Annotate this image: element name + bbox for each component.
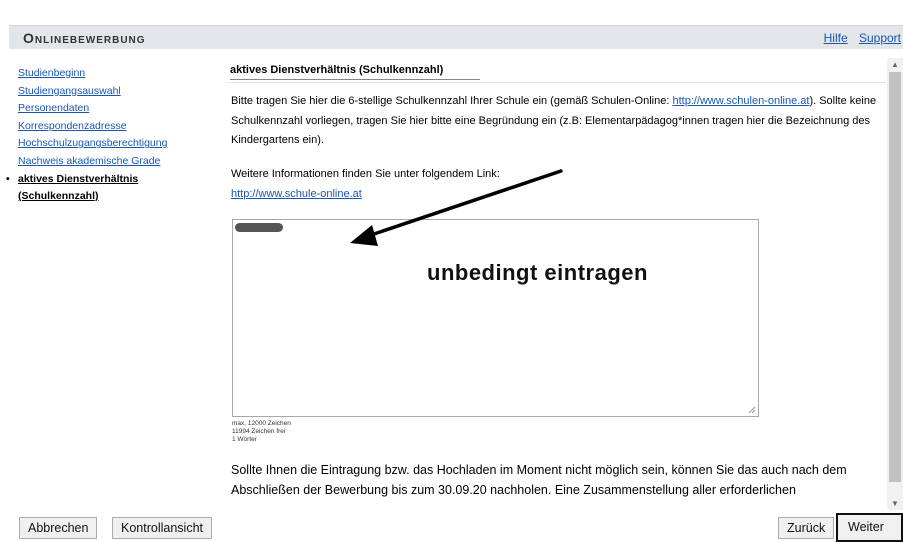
app-header: Onlinebewerbung Hilfe Support bbox=[9, 25, 903, 49]
header-links: Hilfe Support bbox=[816, 31, 901, 45]
counter-words: 1 Wörter bbox=[232, 436, 257, 443]
bullet-icon: • bbox=[6, 172, 10, 185]
deadline-note: Sollte Ihnen die Eintragung bzw. das Hoc… bbox=[231, 463, 847, 497]
sidebar-item-personendaten[interactable]: Personendaten bbox=[18, 100, 213, 118]
sidebar-nav: Studienbeginn Studiengangsauswahl Person… bbox=[6, 65, 213, 206]
counter-max: max. 12000 Zeichen bbox=[232, 420, 291, 427]
sidebar-item-active-label: aktives Dienstverhältnis (Schulkennzahl) bbox=[18, 172, 139, 203]
support-link[interactable]: Support bbox=[859, 31, 901, 45]
annotation-text: unbedingt eintragen bbox=[427, 260, 648, 285]
cancel-button[interactable]: Abbrechen bbox=[19, 517, 98, 539]
redacted-entry bbox=[235, 223, 283, 232]
scroll-down-icon[interactable]: ▼ bbox=[891, 499, 899, 508]
intro-text-pre: Bitte tragen Sie hier die 6-stellige Sch… bbox=[231, 95, 673, 107]
scroll-thumb[interactable] bbox=[889, 72, 901, 482]
counter-free: 11994 Zeichen frei bbox=[232, 428, 286, 435]
section-title: aktives Dienstverhältnis (Schulkennzahl) bbox=[230, 64, 480, 80]
review-button[interactable]: Kontrollansicht bbox=[112, 517, 212, 539]
sidebar-item-active[interactable]: • aktives Dienstverhältnis (Schulkennzah… bbox=[6, 171, 213, 206]
main-scrollbar[interactable]: ▲ ▼ bbox=[887, 58, 903, 510]
back-button[interactable]: Zurück bbox=[778, 517, 835, 539]
footer-bar: Abbrechen Kontrollansicht Zurück Weiter bbox=[0, 512, 903, 542]
app-title: Onlinebewerbung bbox=[23, 30, 146, 46]
sidebar-item-korrespondenzadresse[interactable]: Korrespondenzadresse bbox=[18, 118, 213, 136]
content-divider bbox=[226, 82, 886, 83]
sidebar-item-nachweis-akademische-grade[interactable]: Nachweis akademische Grade bbox=[18, 153, 213, 171]
info-text-block: Weitere Informationen finden Sie unter f… bbox=[231, 165, 881, 204]
info-text: Weitere Informationen finden Sie unter f… bbox=[231, 168, 500, 180]
schulkennzahl-textarea[interactable] bbox=[232, 219, 759, 417]
resize-grip-icon[interactable] bbox=[748, 406, 756, 414]
sidebar-item-studiengangsauswahl[interactable]: Studiengangsauswahl bbox=[18, 83, 213, 101]
intro-text: Bitte tragen Sie hier die 6-stellige Sch… bbox=[231, 92, 881, 151]
schule-online-link[interactable]: http://www.schule-online.at bbox=[231, 188, 362, 200]
sidebar-item-hochschulzugangsberechtigung[interactable]: Hochschulzugangsberechtigung bbox=[18, 135, 213, 153]
schulen-online-link[interactable]: http://www.schulen-online.at bbox=[672, 95, 809, 107]
sidebar-item-studienbeginn[interactable]: Studienbeginn bbox=[18, 65, 213, 83]
scroll-up-icon[interactable]: ▲ bbox=[891, 60, 899, 69]
help-link[interactable]: Hilfe bbox=[824, 31, 848, 45]
next-button[interactable]: Weiter bbox=[836, 513, 903, 542]
character-counter: max. 12000 Zeichen 11994 Zeichen frei 1 … bbox=[232, 420, 291, 444]
